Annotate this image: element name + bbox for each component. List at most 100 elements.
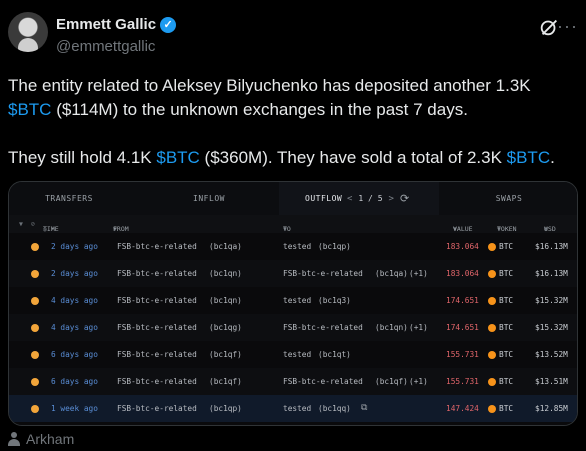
- row-token[interactable]: BTC: [499, 242, 513, 251]
- row-to-entity[interactable]: tested: [283, 350, 311, 359]
- tab-transfers[interactable]: TRANSFERS: [9, 182, 129, 215]
- row-from-address[interactable]: (bc1qn): [209, 296, 242, 305]
- row-value: 183.064: [446, 242, 479, 251]
- row-to-address[interactable]: (bc1qp): [318, 242, 351, 251]
- copy-icon[interactable]: ⧉: [361, 403, 367, 413]
- table-row[interactable]: 6 days ago FSB-btc-e-related (bc1qf) FSB-bt…: [9, 368, 577, 395]
- verified-badge-icon: ✓: [160, 16, 177, 33]
- tab-inflow[interactable]: INFLOW: [149, 182, 269, 215]
- row-to-entity[interactable]: tested: [283, 242, 311, 251]
- author-name-row: Emmett Gallic ✓: [56, 16, 177, 33]
- row-usd: $16.13M: [535, 269, 568, 278]
- tab-outflow-label: OUTFLOW: [305, 194, 343, 203]
- row-to-address[interactable]: (bc1qn): [375, 323, 408, 332]
- tweet-text-segment: .: [550, 148, 555, 167]
- row-time[interactable]: 4 days ago: [51, 296, 98, 305]
- row-from-entity[interactable]: FSB-btc-e-related: [117, 404, 197, 413]
- btc-token-icon: [488, 269, 496, 278]
- table-row[interactable]: 4 days ago FSB-btc-e-related (bc1qn) tested…: [9, 287, 577, 314]
- row-to-entity[interactable]: tested: [283, 296, 311, 305]
- row-time[interactable]: 2 days ago: [51, 269, 98, 278]
- row-usd: $16.13M: [535, 242, 568, 251]
- row-token[interactable]: BTC: [499, 350, 513, 359]
- row-token[interactable]: BTC: [499, 269, 513, 278]
- filter-icon[interactable]: ▼: [19, 220, 23, 228]
- row-to-entity[interactable]: FSB-btc-e-related: [283, 377, 363, 386]
- table-row[interactable]: 4 days ago FSB-btc-e-related (bc1qg) FSB-bt…: [9, 314, 577, 341]
- row-value: 155.731: [446, 377, 479, 386]
- table-row[interactable]: 2 days ago FSB-btc-e-related (bc1qa) tested…: [9, 233, 577, 260]
- btc-token-icon: [488, 296, 496, 305]
- column-token-label: TOKEN: [497, 225, 517, 233]
- row-to-address[interactable]: (bc1qf): [375, 377, 408, 386]
- row-value: 174.651: [446, 296, 479, 305]
- row-token[interactable]: BTC: [499, 404, 513, 413]
- btc-token-icon: [488, 242, 496, 251]
- row-token[interactable]: BTC: [499, 296, 513, 305]
- row-from-entity[interactable]: FSB-btc-e-related: [117, 296, 197, 305]
- row-from-address[interactable]: (bc1qp): [209, 404, 242, 413]
- source-label: Arkham: [26, 431, 75, 447]
- more-options-icon[interactable]: ···: [557, 16, 578, 37]
- tweet-text: The entity related to Aleksey Bilyuchenk…: [8, 74, 578, 170]
- author-name[interactable]: Emmett Gallic: [56, 16, 156, 33]
- row-from-entity[interactable]: FSB-btc-e-related: [117, 242, 197, 251]
- row-time[interactable]: 4 days ago: [51, 323, 98, 332]
- status-dot-icon: [31, 269, 39, 278]
- row-value: 183.064: [446, 269, 479, 278]
- row-time[interactable]: 6 days ago: [51, 377, 98, 386]
- row-from-entity[interactable]: FSB-btc-e-related: [117, 323, 197, 332]
- next-page-button[interactable]: >: [389, 194, 394, 204]
- tab-swaps[interactable]: SWAPS: [439, 182, 577, 215]
- row-to-address[interactable]: (bc1qq): [318, 404, 351, 413]
- btc-token-icon: [488, 350, 496, 359]
- row-to-entity[interactable]: FSB-btc-e-related: [283, 323, 363, 332]
- cashtag-btc-link[interactable]: $BTC: [8, 100, 51, 119]
- row-usd: $15.32M: [535, 296, 568, 305]
- row-from-address[interactable]: (bc1qa): [209, 242, 242, 251]
- tweet-text-segment: The entity related to Aleksey Bilyuchenk…: [8, 76, 531, 95]
- row-to-address[interactable]: (bc1qa): [375, 269, 408, 278]
- column-time-label: TIME: [43, 225, 59, 233]
- person-icon: [8, 432, 20, 446]
- row-to-extra: (+1): [409, 269, 428, 278]
- row-from-address[interactable]: (bc1qg): [209, 323, 242, 332]
- row-from-entity[interactable]: FSB-btc-e-related: [117, 377, 197, 386]
- row-from-address[interactable]: (bc1qn): [209, 269, 242, 278]
- status-dot-icon: [31, 242, 39, 251]
- table-header: ▼ ⊘ ◷ ▾ TIME ▼ FROM ▼ TO ▼ VALUE ▼ TOKEN…: [9, 215, 577, 233]
- transfers-tab-bar: TRANSFERS INFLOW OUTFLOW < 1 / 5 > ⟳ SWA…: [9, 182, 577, 215]
- table-row[interactable]: 6 days ago FSB-btc-e-related (bc1qf) tested…: [9, 341, 577, 368]
- refresh-icon[interactable]: ⟳: [400, 192, 409, 205]
- row-token[interactable]: BTC: [499, 323, 513, 332]
- row-from-entity[interactable]: FSB-btc-e-related: [117, 350, 197, 359]
- prev-page-button[interactable]: <: [347, 194, 352, 204]
- transfers-image[interactable]: TRANSFERS INFLOW OUTFLOW < 1 / 5 > ⟳ SWA…: [8, 181, 578, 426]
- author-handle[interactable]: @emmettgallic: [56, 38, 155, 55]
- row-from-address[interactable]: (bc1qf): [209, 377, 242, 386]
- table-row[interactable]: 1 week ago FSB-btc-e-related (bc1qp) tested…: [9, 395, 577, 422]
- row-to-entity[interactable]: tested: [283, 404, 311, 413]
- row-to-entity[interactable]: FSB-btc-e-related: [283, 269, 363, 278]
- row-token[interactable]: BTC: [499, 377, 513, 386]
- column-usd-label: USD: [544, 225, 556, 233]
- cashtag-btc-link[interactable]: $BTC: [156, 148, 199, 167]
- row-to-address[interactable]: (bc1q3): [318, 296, 351, 305]
- row-time[interactable]: 2 days ago: [51, 242, 98, 251]
- avatar[interactable]: [8, 12, 48, 52]
- row-from-address[interactable]: (bc1qf): [209, 350, 242, 359]
- row-time[interactable]: 6 days ago: [51, 350, 98, 359]
- tweet-text-segment: ($360M). They have sold a total of 2.3K: [199, 148, 507, 167]
- image-source-attribution[interactable]: Arkham: [8, 431, 74, 447]
- tweet-header: Emmett Gallic ✓ @emmettgallic ···: [8, 12, 578, 62]
- row-from-entity[interactable]: FSB-btc-e-related: [117, 269, 197, 278]
- cashtag-btc-link[interactable]: $BTC: [507, 148, 550, 167]
- tweet-paragraph-1: The entity related to Aleksey Bilyuchenk…: [8, 74, 578, 122]
- row-usd: $13.51M: [535, 377, 568, 386]
- link-icon[interactable]: ⊘: [31, 220, 35, 228]
- row-to-address[interactable]: (bc1qt): [318, 350, 351, 359]
- status-dot-icon: [31, 350, 39, 359]
- column-from-label: FROM: [113, 225, 129, 233]
- table-row[interactable]: 2 days ago FSB-btc-e-related (bc1qn) FSB-bt…: [9, 260, 577, 287]
- row-time[interactable]: 1 week ago: [51, 404, 98, 413]
